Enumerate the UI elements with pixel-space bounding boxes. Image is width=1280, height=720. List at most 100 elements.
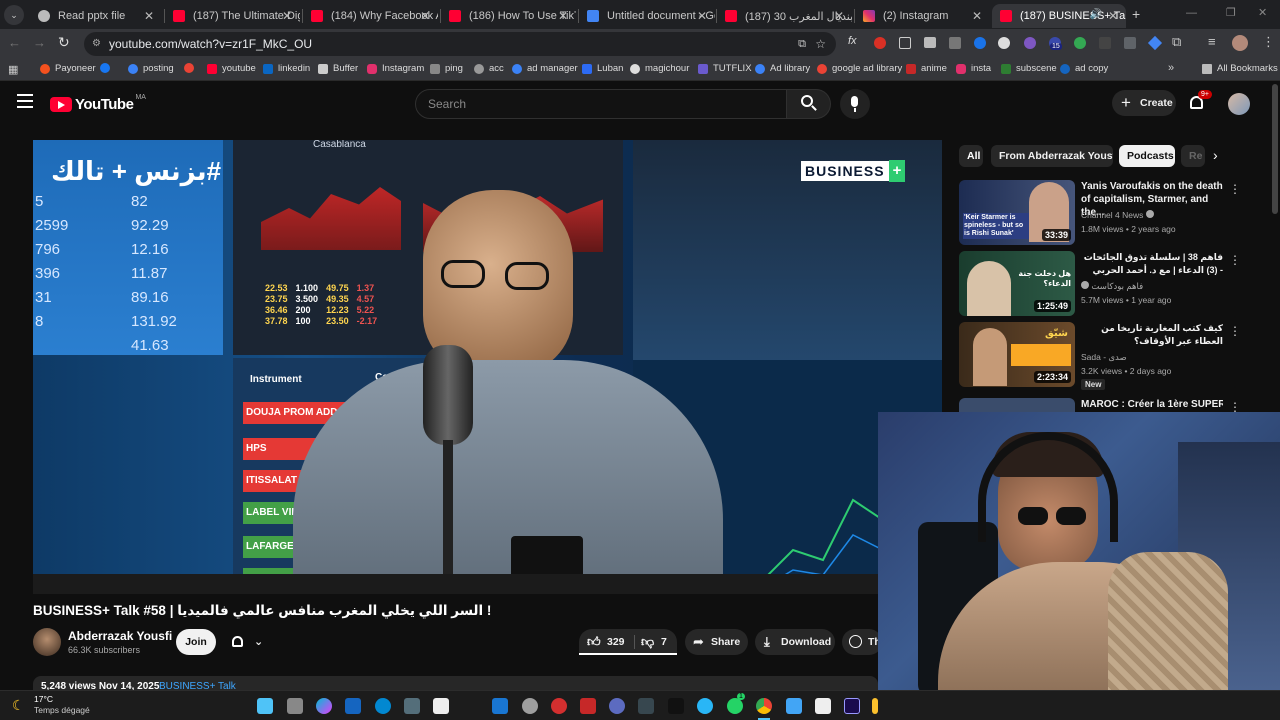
subscription-bell-button[interactable]: ⌄ [222, 629, 272, 655]
bookmark-magichour[interactable]: magichour [630, 63, 689, 74]
reload-button[interactable]: ↻ [58, 34, 70, 51]
minimize-button[interactable]: — [1186, 7, 1197, 19]
video-thumbnail[interactable] [959, 398, 1075, 412]
chip-all[interactable]: All [959, 145, 983, 167]
account-avatar[interactable] [1228, 93, 1250, 115]
apps-grid-icon[interactable]: ▦ [8, 63, 18, 76]
photos-icon[interactable] [786, 698, 802, 714]
speaker-icon[interactable]: 🔊 [1090, 9, 1102, 20]
bookmark-ad-copy[interactable]: ad copy [1060, 63, 1108, 74]
address-bar[interactable]: ⚙ youtube.com/watch?v=zr1F_MkC_OU ⧉ ☆ [84, 32, 836, 56]
bookmark-anime[interactable]: anime [906, 63, 947, 74]
maximize-button[interactable]: ❐ [1226, 6, 1236, 19]
install-app-icon[interactable]: ⧉ [798, 32, 806, 56]
mail-icon[interactable] [492, 698, 508, 714]
close-tab-icon[interactable]: ✕ [420, 9, 430, 23]
copilot-icon[interactable] [316, 698, 332, 714]
extension-gray-icon[interactable] [949, 37, 961, 49]
back-button[interactable]: ← [8, 35, 21, 50]
recommendation-title[interactable]: فاهم 38 | سلسلة تذوق الجائحات - (3) الدع… [1081, 251, 1223, 277]
video-thumbnail[interactable]: شيّق 2:23:34 [959, 322, 1075, 387]
tab-instagram[interactable]: (2) Instagram ✕ [855, 4, 990, 28]
tiktok-icon[interactable] [668, 698, 684, 714]
recommendation-item[interactable]: هل دخلت جنة الدعاء؟ 1:25:49 فاهم 38 | سل… [959, 251, 1259, 317]
tab-youtube-3[interactable]: (186) How To Use TikTo ✕ [441, 4, 576, 28]
dislike-button[interactable]: 👎︎ 7 [635, 629, 677, 655]
app-circle-icon[interactable] [609, 698, 625, 714]
like-button[interactable]: 👍︎ 329 [579, 629, 634, 655]
bookmark-ad-library[interactable]: Ad library [755, 63, 810, 74]
bookmark-google-ad-library[interactable]: google ad library [817, 63, 902, 74]
app-wing-icon[interactable] [404, 698, 420, 714]
recommendation-channel[interactable]: فاهم بودكاست [1081, 281, 1231, 292]
hamburger-menu-icon[interactable] [17, 94, 33, 108]
bookmark-luban[interactable]: Luban [582, 63, 623, 74]
close-tab-icon[interactable]: ✕ [144, 9, 154, 23]
tab-youtube-4[interactable]: (187) سوبنديال المغرب 30 ✕ [717, 4, 852, 28]
start-windows-icon[interactable] [257, 698, 273, 714]
reading-list-icon[interactable]: ≡ [1208, 34, 1216, 49]
bookmark-ad-manager[interactable]: ad manager [512, 63, 578, 74]
forward-button[interactable]: → [33, 35, 46, 50]
bookmark-google[interactable] [184, 63, 199, 73]
extension-translate-icon[interactable] [1124, 37, 1136, 49]
bookmark-payoneer[interactable]: Payoneer [40, 63, 96, 74]
tab-google-doc[interactable]: Untitled document - Go ✕ [579, 4, 715, 28]
settings-icon[interactable] [522, 698, 538, 714]
tab-youtube-2[interactable]: (184) Why Facebook Ad ✕ [303, 4, 438, 28]
telegram-icon[interactable] [697, 698, 713, 714]
close-tab-icon[interactable]: ✕ [1108, 9, 1118, 23]
recommendation-title[interactable]: كيف كتب المغاربة تاريخا من العطاء عبر ال… [1081, 322, 1223, 348]
whatsapp-icon[interactable] [727, 698, 743, 714]
all-bookmarks[interactable]: All Bookmarks [1202, 63, 1278, 74]
opera-icon[interactable] [551, 698, 567, 714]
fx-icon[interactable]: fx [848, 35, 857, 47]
site-info-icon[interactable]: ⚙ [92, 32, 101, 56]
extension-blue-diamond-icon[interactable] [1147, 35, 1163, 51]
thanks-button[interactable]: Th [842, 629, 882, 655]
video-player[interactable]: 5 2599 796 396 31 8 82 92.29 12.16 11.87 89.16 131… [33, 140, 942, 594]
task-view-icon[interactable] [287, 698, 303, 714]
bookmark-tutflix[interactable]: TUTFLIX [698, 63, 752, 74]
file-explorer-icon[interactable] [433, 698, 449, 714]
create-button[interactable]: + Create [1112, 90, 1176, 116]
profile-avatar[interactable] [1232, 35, 1248, 51]
youtube-logo[interactable]: YouTube MA [50, 94, 146, 114]
close-tab-icon[interactable]: ✕ [834, 9, 844, 23]
premiere-icon[interactable] [844, 698, 860, 714]
voice-search-button[interactable] [840, 89, 870, 119]
video-thumbnail[interactable]: هل دخلت جنة الدعاء؟ 1:25:49 [959, 251, 1075, 316]
chips-next-icon[interactable]: › [1213, 147, 1218, 163]
tab-search-button[interactable]: ⌄ [4, 5, 24, 25]
close-tab-icon[interactable]: ✕ [972, 9, 982, 23]
bookmark-instagram[interactable]: Instagram [367, 63, 424, 74]
extension-white-icon[interactable] [998, 37, 1010, 49]
chip-related[interactable]: Re [1181, 145, 1205, 167]
chip-podcasts[interactable]: Podcasts [1119, 145, 1175, 167]
bookmark-linkedin[interactable]: linkedin [263, 63, 310, 74]
tab-youtube-active[interactable]: (187) BUSINESS+ Ta 🔊 ✕ [992, 4, 1126, 28]
extension-purple-icon[interactable] [1024, 37, 1036, 49]
channel-avatar[interactable] [33, 628, 61, 656]
weather-icon[interactable]: ☾ [12, 697, 25, 714]
more-options-icon[interactable]: ⋮ [1229, 182, 1241, 196]
bookmark-subscene[interactable]: subscene [1001, 63, 1057, 74]
extensions-puzzle-icon[interactable]: ⧉ [1172, 34, 1181, 50]
bookmark-acc[interactable]: acc [474, 63, 504, 74]
more-options-icon[interactable]: ⋮ [1229, 324, 1241, 338]
share-button[interactable]: ➦ Share [685, 629, 748, 655]
recommendation-channel[interactable]: Sada - صدى [1081, 352, 1231, 363]
bookmark-star-icon[interactable]: ☆ [815, 32, 826, 56]
close-window-button[interactable]: ✕ [1258, 6, 1267, 19]
description-box[interactable]: 5,248 views Nov 14, 2025 BUSINESS+ Talk [33, 676, 878, 690]
bookmark-ping[interactable]: ping [430, 63, 463, 74]
app-ai-icon[interactable] [638, 698, 654, 714]
recommendation-item[interactable]: شيّق 2:23:34 كيف كتب المغاربة تاريخا من … [959, 322, 1259, 390]
chrome-icon[interactable] [756, 698, 772, 714]
search-input[interactable]: Search [415, 89, 787, 119]
join-button[interactable]: Join [176, 629, 216, 655]
recommendation-title[interactable]: MAROC : Créer la 1ère SUPER [1081, 398, 1223, 411]
recommendation-channel[interactable]: Channel 4 News [1081, 210, 1231, 220]
extension-blue-icon[interactable] [974, 37, 986, 49]
bookmarks-overflow-icon[interactable]: » [1168, 62, 1174, 74]
